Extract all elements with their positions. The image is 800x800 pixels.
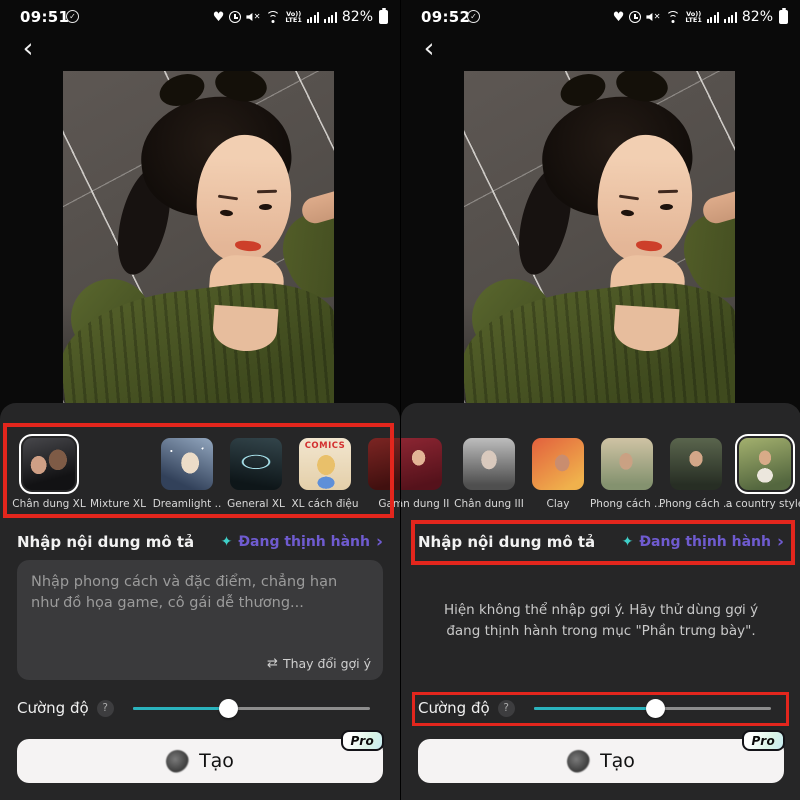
generate-button[interactable]: Tạo Pro <box>418 739 784 783</box>
style-item-phong-cach-2[interactable]: Phong cách ... <box>666 434 726 510</box>
style-thumbnail <box>601 438 653 490</box>
prompt-section-title: Nhập nội dung mô tả <box>418 533 595 551</box>
volte-indicator: Vo))LTE1 <box>685 11 701 23</box>
style-thumbnail: COMICS <box>299 438 351 490</box>
battery-percent: 82% <box>742 9 773 25</box>
intensity-slider[interactable] <box>133 698 370 718</box>
status-bar: 09:51 ✓ ♥ ✕ Vo))LTE1 82% <box>0 0 400 34</box>
spinner-icon <box>166 750 189 773</box>
intensity-label: Cường độ <box>17 699 89 717</box>
portrait-photo <box>63 71 334 403</box>
shuffle-icon: ⇄ <box>267 656 278 671</box>
wifi-icon <box>665 11 680 23</box>
app-screen-right: 09:52 ✓ ♥ ✕ Vo))LTE1 82% ‹ <box>400 0 800 800</box>
style-thumbnail <box>368 438 400 490</box>
style-thumbnail <box>670 438 722 490</box>
slider-knob[interactable] <box>219 699 238 718</box>
volte-indicator: Vo))LTE1 <box>285 11 301 23</box>
back-button[interactable]: ‹ <box>14 36 42 64</box>
help-icon[interactable]: ? <box>498 700 515 717</box>
chevron-right-icon: › <box>777 535 784 549</box>
style-item-dreamlight[interactable]: Dreamlight .. <box>157 434 217 510</box>
style-item-game[interactable]: Game <box>364 434 400 510</box>
style-thumbnail <box>400 438 442 490</box>
style-thumbnail <box>739 438 791 490</box>
sparkle-icon: ✦ <box>221 535 233 549</box>
style-item-chan-dung-ii[interactable]: Chân dung II <box>400 434 446 510</box>
sparkle-icon: ✦ <box>622 535 634 549</box>
signal-bars-icon-2 <box>724 12 737 23</box>
status-time: 09:52 <box>421 8 470 26</box>
style-thumbnail <box>23 438 75 490</box>
schedule-check-icon: ✓ <box>467 10 480 23</box>
battery-percent: 82% <box>342 9 373 25</box>
wifi-icon <box>265 11 280 23</box>
back-button[interactable]: ‹ <box>415 36 443 64</box>
mute-icon: ✕ <box>646 11 660 23</box>
alarm-icon <box>629 11 641 23</box>
signal-bars-icon-1 <box>707 12 720 23</box>
battery-icon <box>379 10 388 24</box>
pro-badge: Pro <box>341 730 385 751</box>
schedule-check-icon: ✓ <box>66 10 79 23</box>
signal-bars-icon-1 <box>307 12 320 23</box>
help-icon[interactable]: ? <box>97 700 114 717</box>
prompt-section-title: Nhập nội dung mô tả <box>17 533 194 551</box>
style-item-xl-cach-dieu[interactable]: COMICS XL cách điệu <box>295 434 355 510</box>
pro-badge: Pro <box>742 730 786 751</box>
change-suggestion-button[interactable]: ⇄ Thay đổi gợi ý <box>267 656 371 671</box>
screenshot-comparison: 09:51 ✓ ♥ ✕ Vo))LTE1 82% ‹ <box>0 0 800 800</box>
prompt-disabled-message: Hiện không thể nhập gợi ý. Hãy thử dùng … <box>429 600 773 642</box>
style-thumbnail <box>532 438 584 490</box>
style-item-chan-dung-iii[interactable]: Chân dung III <box>459 434 519 510</box>
battery-icon <box>779 10 788 24</box>
intensity-slider[interactable] <box>534 698 771 718</box>
trending-link[interactable]: ✦ Đang thịnh hành › <box>622 534 784 550</box>
style-item-mixture-xl[interactable]: Mixture XL <box>88 434 148 510</box>
style-item-country-style[interactable]: a country style <box>735 434 795 510</box>
alarm-icon <box>229 11 241 23</box>
status-time: 09:51 <box>20 8 69 26</box>
heart-icon: ♥ <box>613 11 625 24</box>
chevron-right-icon: › <box>376 535 383 549</box>
generate-button[interactable]: Tạo Pro <box>17 739 383 783</box>
signal-bars-icon-2 <box>324 12 337 23</box>
status-bar: 09:52 ✓ ♥ ✕ Vo))LTE1 82% <box>401 0 800 34</box>
heart-icon: ♥ <box>213 11 225 24</box>
style-thumbnail <box>92 438 144 490</box>
status-icons: ♥ ✕ Vo))LTE1 82% <box>613 7 788 27</box>
slider-knob[interactable] <box>646 699 665 718</box>
style-thumbnail <box>230 438 282 490</box>
app-screen-left: 09:51 ✓ ♥ ✕ Vo))LTE1 82% ‹ <box>0 0 400 800</box>
style-item-clay[interactable]: Clay <box>528 434 588 510</box>
style-thumbnail <box>161 438 213 490</box>
mute-icon: ✕ <box>246 11 260 23</box>
style-item-general-xl[interactable]: General XL <box>226 434 286 510</box>
style-thumbnail <box>463 438 515 490</box>
spinner-icon <box>567 750 590 773</box>
portrait-photo <box>464 71 735 403</box>
status-icons: ♥ ✕ Vo))LTE1 82% <box>213 7 388 27</box>
intensity-label: Cường độ <box>418 699 490 717</box>
style-item-phong-cach-1[interactable]: Phong cách ... <box>597 434 657 510</box>
trending-link[interactable]: ✦ Đang thịnh hành › <box>221 534 383 550</box>
prompt-input-container: ⇄ Thay đổi gợi ý <box>17 560 383 680</box>
style-item-chan-dung-xl[interactable]: Chân dung XL <box>19 434 79 510</box>
